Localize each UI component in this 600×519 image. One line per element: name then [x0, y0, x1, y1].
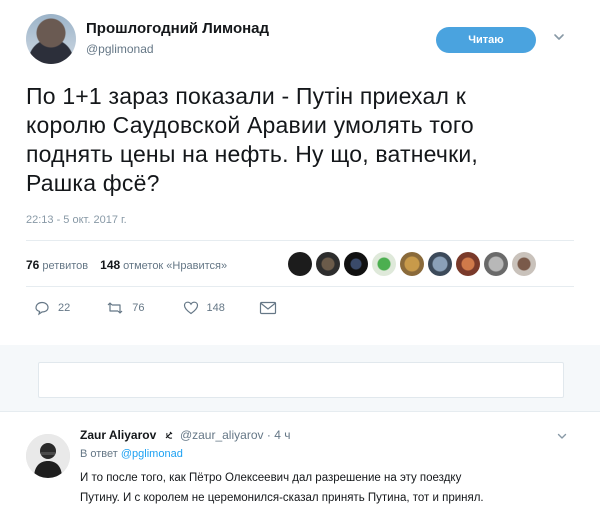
divider: [26, 286, 574, 287]
reply-action[interactable]: 22: [34, 300, 70, 316]
likes-label: отметок «Нравится»: [123, 260, 228, 272]
envelope-icon: [259, 301, 276, 315]
hammer-sickle-icon: [165, 431, 173, 439]
tweet-stats: 76 ретвитов 148 отметок «Нравится»: [26, 258, 227, 272]
retweet-icon: [107, 302, 123, 314]
retweets-label: ретвитов: [42, 260, 89, 272]
main-tweet: Прошлогодний Лимонад @pglimonad Читаю По…: [0, 0, 600, 345]
reply-to-handle[interactable]: @pglimonad: [121, 448, 183, 460]
like-action[interactable]: 148: [183, 300, 225, 316]
liker-avatar[interactable]: [456, 252, 480, 276]
reply-icon: [35, 301, 49, 316]
retweets-count: 76: [26, 258, 40, 272]
divider: [26, 240, 574, 241]
liker-avatar[interactable]: [400, 252, 424, 276]
reply-author-handle[interactable]: @zaur_aliyarov: [180, 428, 264, 442]
tweet-actions: 22 76 148: [34, 300, 277, 316]
reply-composer-area: [0, 345, 600, 411]
chevron-down-icon[interactable]: [552, 30, 566, 44]
reply-author-name[interactable]: Zaur Aliyarov: [80, 428, 156, 442]
reply-author-avatar[interactable]: [26, 434, 70, 478]
retweet-count: 76: [132, 302, 145, 314]
reply-count: 22: [58, 302, 71, 314]
retweets-stat[interactable]: 76 ретвитов: [26, 258, 88, 272]
tweet-text: По 1+1 зараз показали - Путiн приехал к …: [26, 83, 478, 196]
liker-avatar[interactable]: [372, 252, 396, 276]
likes-count: 148: [100, 258, 121, 272]
reply-to-prefix: В ответ: [80, 448, 118, 460]
liker-avatar[interactable]: [428, 252, 452, 276]
liker-avatar[interactable]: [288, 252, 312, 276]
heart-icon: [183, 301, 198, 315]
portrait-icon: [26, 434, 70, 478]
author-name[interactable]: Прошлогодний Лимонад: [86, 20, 269, 37]
reply-input[interactable]: [38, 362, 564, 398]
tweet-timestamp[interactable]: 22:13 - 5 окт. 2017 г.: [26, 214, 127, 226]
author-avatar[interactable]: [26, 14, 76, 64]
likes-stat[interactable]: 148 отметок «Нравится»: [100, 258, 227, 272]
follow-button[interactable]: Читаю: [436, 27, 536, 53]
liker-avatar[interactable]: [484, 252, 508, 276]
liker-avatar[interactable]: [512, 252, 536, 276]
reply-to-line: В ответ @pglimonad: [80, 448, 183, 460]
dm-action[interactable]: [259, 301, 277, 315]
retweet-action[interactable]: 76: [106, 300, 145, 316]
reply-header: Zaur Aliyarov @zaur_aliyarov · 4 ч: [80, 428, 290, 442]
reply-tweet: Zaur Aliyarov @zaur_aliyarov · 4 ч В отв…: [0, 411, 600, 519]
liker-avatar[interactable]: [316, 252, 340, 276]
reply-text: И то после того, как Пётро Олексеевич да…: [80, 472, 484, 504]
reply-time[interactable]: 4 ч: [274, 428, 290, 442]
like-count: 148: [206, 302, 225, 314]
liker-avatar[interactable]: [344, 252, 368, 276]
likers-avatars: [288, 252, 536, 276]
chevron-down-icon[interactable]: [556, 430, 568, 442]
author-handle[interactable]: @pglimonad: [86, 42, 154, 56]
